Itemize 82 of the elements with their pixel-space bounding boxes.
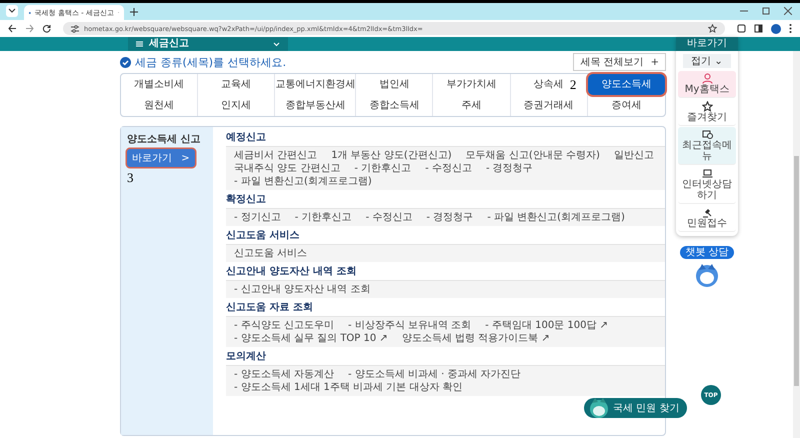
chevron-down-icon [273, 42, 280, 46]
shortcut-button[interactable]: 바로가기 > [127, 149, 195, 167]
back-icon[interactable] [8, 24, 17, 33]
section-title: 확정신고 [226, 193, 267, 206]
quick-panel-title: 바로가기 [676, 37, 738, 51]
side-title: 양도소득세 신고 [127, 133, 200, 146]
profile-icon[interactable] [771, 24, 781, 34]
menu-icon [136, 41, 143, 47]
quick-link[interactable]: 최근접속메뉴 [678, 127, 736, 165]
extension-icon[interactable] [737, 24, 746, 33]
section-heading: 세금 종류(세목)를 선택하세요. [135, 54, 286, 70]
menu-link[interactable]: - 파일 변환신고(회계프로그램) [234, 175, 372, 188]
menu-link[interactable]: - 양도소득세 1세대 1주택 비과세 기본 대상자 확인 [234, 381, 463, 394]
site-info-icon[interactable] [71, 24, 79, 32]
mascot-icon [588, 397, 610, 419]
forward-icon[interactable] [25, 24, 34, 33]
side-panel-icon[interactable] [754, 24, 763, 33]
menu-link[interactable]: - 주택임대 100문 100답 ↗ [485, 319, 608, 332]
menu-link[interactable]: - 수정신고 [425, 162, 472, 175]
section-title: 신고도움 서비스 [226, 229, 300, 242]
tax-type-tab[interactable]: 개별소비세 [134, 74, 184, 95]
tab-list-icon[interactable] [6, 5, 18, 17]
chatbot-button[interactable]: 챗봇 상담 [680, 246, 734, 259]
menu-link[interactable]: 세금비서 간편신고 [234, 149, 318, 162]
star-icon [702, 101, 712, 112]
menu-link[interactable]: 양도소득세 법령 적용가이드북 ↗ [402, 332, 550, 345]
section-title: 예정신고 [226, 131, 267, 144]
find-service-button[interactable]: 국세 민원 찾기 [584, 398, 688, 418]
menu-link[interactable]: - 양도소득세 비과세 · 중과세 자가진단 [348, 368, 521, 381]
menu-link[interactable]: 모두채움 신고(안내문 수령자) [466, 149, 600, 162]
laptop-icon [702, 168, 712, 179]
reload-icon[interactable] [42, 24, 51, 33]
menu-link[interactable]: - 양도소득세 실무 질의 TOP 10 ↗ [234, 332, 388, 345]
menu-link[interactable]: - 신고안내 양도자산 내역 조회 [234, 283, 370, 296]
menu-link[interactable]: 국내주식 양도 간편신고 [234, 162, 340, 175]
collapse-button[interactable]: 접기 ⌄ [683, 54, 731, 68]
recent-menu-icon [702, 129, 712, 140]
gavel-icon [702, 207, 712, 218]
tax-type-tab[interactable]: 종합소득세 [369, 95, 420, 116]
restore-icon[interactable] [762, 7, 770, 15]
section-title: 모의계산 [226, 350, 267, 363]
menu-link[interactable]: - 비상장주식 보유내역 조회 [348, 319, 472, 332]
tax-type-tab[interactable]: 법인세 [379, 74, 410, 95]
menu-link[interactable]: - 정기신고 [234, 211, 281, 224]
tax-type-tab[interactable]: 증여세 [611, 95, 642, 116]
annotation-number: 3 [127, 170, 134, 186]
menu-link[interactable]: - 주식양도 신고도우미 [234, 319, 334, 332]
annotation-number: 2 [570, 76, 576, 94]
tax-type-tab[interactable]: 주세 [462, 95, 482, 116]
view-all-button[interactable]: 세목 전체보기 + [573, 53, 666, 71]
bookmark-star-icon[interactable] [708, 24, 717, 33]
menu-link[interactable]: - 기한후신고 [294, 211, 352, 224]
new-tab-icon[interactable] [130, 8, 138, 16]
close-icon[interactable] [784, 7, 792, 15]
tax-type-tab[interactable]: 부가가치세 [446, 74, 497, 95]
menu-link[interactable]: - 경정청구 [486, 162, 533, 175]
scrollbar-thumb[interactable] [794, 156, 799, 386]
tax-type-tab[interactable]: 인지세 [221, 95, 252, 116]
menu-link[interactable]: 일반신고 [614, 149, 654, 162]
menu-dropdown[interactable]: 세금신고 [128, 37, 288, 51]
menu-link[interactable]: - 기한후신고 [354, 162, 412, 175]
tax-type-tab[interactable]: 교육세 [221, 74, 252, 95]
section-title: 신고안내 양도자산 내역 조회 [226, 265, 358, 278]
menu-link[interactable]: - 경정청구 [426, 211, 474, 224]
menu-icon[interactable] [789, 24, 792, 33]
chatbot-icon[interactable] [694, 262, 720, 288]
menu-link[interactable]: - 양도소득세 자동계산 [234, 368, 334, 381]
person-icon [702, 73, 712, 84]
tax-type-tab[interactable]: 양도소득세 [588, 74, 665, 95]
menu-link[interactable]: - 수정신고 [366, 211, 412, 224]
menu-link[interactable]: 신고도움 서비스 [234, 247, 308, 260]
tax-type-tab[interactable]: 상속세 [534, 74, 564, 95]
check-circle-icon [120, 56, 131, 68]
quick-link[interactable]: My홈택스 [678, 71, 736, 98]
menu-link[interactable]: 1개 부동산 양도(간편신고) [331, 149, 452, 162]
tax-type-tab[interactable]: 원천세 [144, 95, 174, 116]
menu-link[interactable]: - 파일 변환신고(회계프로그램) [487, 211, 625, 224]
tax-type-tab[interactable]: 교통에너지환경세 [275, 74, 356, 95]
section-title: 신고도움 자료 조회 [226, 301, 314, 314]
tax-type-tab[interactable]: 증권거래세 [524, 95, 574, 116]
quick-link[interactable]: 즐겨찾기 [678, 99, 736, 126]
tax-type-tab[interactable]: 종합부동산세 [285, 95, 346, 116]
